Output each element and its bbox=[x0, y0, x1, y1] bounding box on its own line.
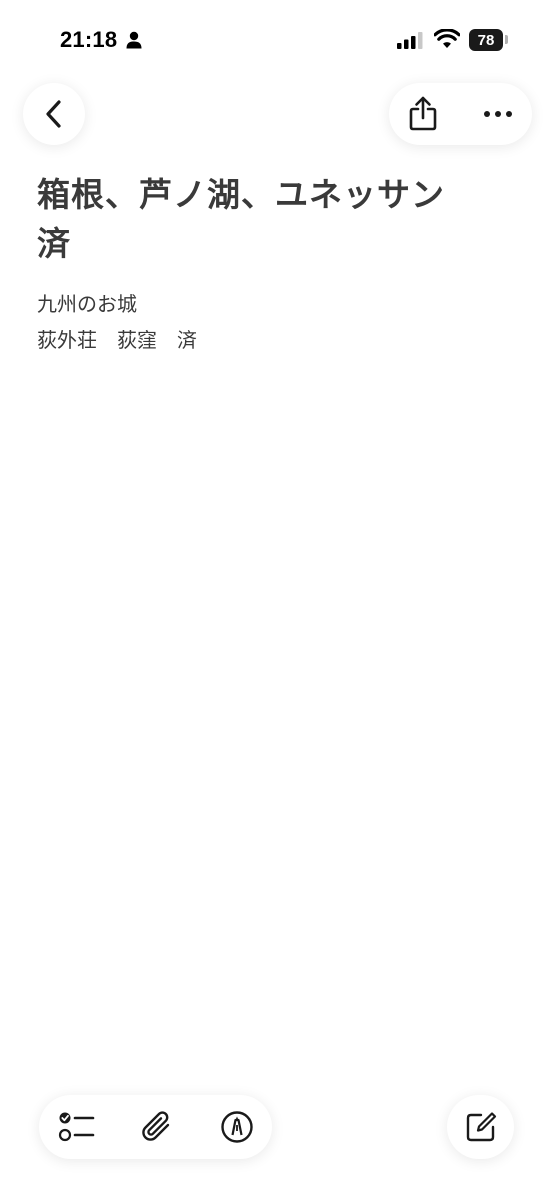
note-title: 箱根、芦ノ湖、ユネッサン 済 bbox=[37, 175, 479, 263]
note-actions-group bbox=[389, 83, 532, 145]
bottom-toolbar bbox=[39, 1095, 272, 1159]
markup-button[interactable] bbox=[205, 1095, 269, 1159]
status-bar: 21:18 78 bbox=[0, 0, 554, 80]
ellipsis-icon bbox=[484, 111, 512, 117]
back-button[interactable] bbox=[23, 83, 85, 145]
battery-icon: 78 bbox=[469, 29, 503, 51]
more-button[interactable] bbox=[464, 83, 532, 145]
person-icon bbox=[126, 31, 142, 49]
share-button[interactable] bbox=[389, 83, 457, 145]
notes-screen: 21:18 78 箱根、芦ノ湖、ユネッサン 済 九州のお城 荻外荘 荻窪 済 bbox=[0, 0, 554, 1200]
battery-level: 78 bbox=[477, 31, 495, 49]
compose-button[interactable] bbox=[447, 1095, 514, 1159]
battery-cap bbox=[505, 35, 508, 44]
attachment-button[interactable] bbox=[125, 1095, 189, 1159]
note-line: 荻外荘 荻窪 済 bbox=[37, 328, 197, 352]
paperclip-icon bbox=[142, 1111, 170, 1141]
chevron-left-icon bbox=[46, 100, 61, 128]
status-time: 21:18 bbox=[60, 27, 118, 52]
markup-pen-icon bbox=[221, 1111, 253, 1143]
checklist-button[interactable] bbox=[45, 1095, 109, 1159]
compose-icon bbox=[466, 1112, 496, 1142]
share-icon bbox=[409, 96, 437, 131]
note-body[interactable]: 箱根、芦ノ湖、ユネッサン 済 九州のお城 荻外荘 荻窪 済 bbox=[37, 170, 467, 358]
note-line: 九州のお城 bbox=[37, 292, 137, 316]
wifi-icon bbox=[434, 29, 460, 48]
cellular-signal-icon bbox=[397, 32, 423, 49]
checklist-icon bbox=[58, 1112, 95, 1142]
